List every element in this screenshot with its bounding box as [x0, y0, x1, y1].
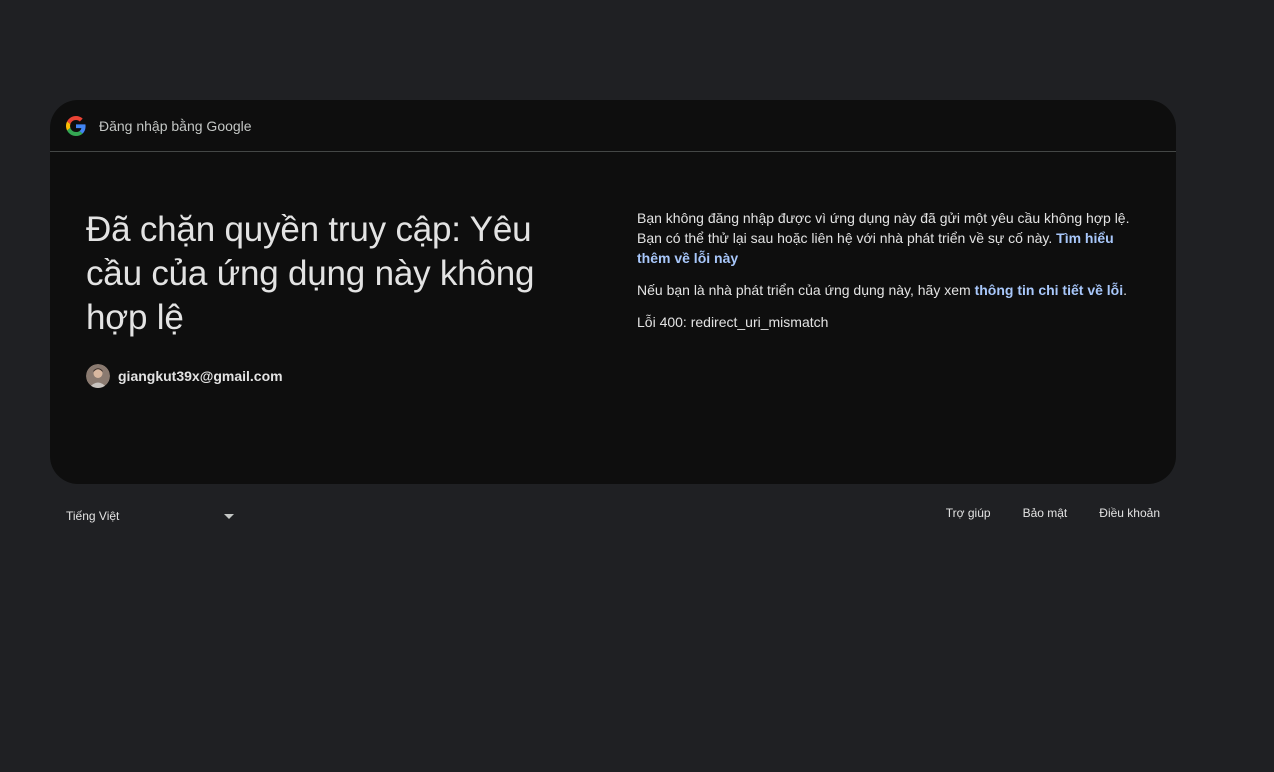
footer-links: Trợ giúp Bảo mật Điều khoản [946, 506, 1160, 520]
error-description: Bạn không đăng nhập được vì ứng dụng này… [637, 208, 1137, 344]
footer: Tiếng Việt Trợ giúp Bảo mật Điều khoản [50, 498, 1176, 534]
error-paragraph-2-text: Nếu bạn là nhà phát triển của ứng dụng n… [637, 282, 975, 298]
avatar [86, 364, 110, 388]
account-email: giangkut39x@gmail.com [118, 368, 283, 384]
sign-in-card: Đăng nhập bằng Google Đã chặn quyền truy… [50, 100, 1176, 484]
error-paragraph-1: Bạn không đăng nhập được vì ứng dụng này… [637, 208, 1137, 268]
error-paragraph-2: Nếu bạn là nhà phát triển của ứng dụng n… [637, 280, 1137, 300]
google-g-icon [66, 115, 86, 136]
account-chip[interactable]: giangkut39x@gmail.com [86, 364, 283, 388]
error-paragraph-2-end: . [1123, 282, 1128, 298]
help-link[interactable]: Trợ giúp [946, 506, 991, 520]
error-details-link[interactable]: thông tin chi tiết về lỗi [975, 282, 1124, 298]
error-code: Lỗi 400: redirect_uri_mismatch [637, 314, 829, 330]
language-label: Tiếng Việt [66, 509, 120, 523]
chevron-down-icon [224, 513, 234, 519]
card-header: Đăng nhập bằng Google [50, 100, 1176, 152]
page-title: Đã chặn quyền truy cập: Yêu cầu của ứng … [86, 210, 535, 337]
privacy-link[interactable]: Bảo mật [1023, 506, 1068, 520]
terms-link[interactable]: Điều khoản [1099, 506, 1160, 520]
header-title: Đăng nhập bằng Google [99, 117, 252, 134]
language-select[interactable]: Tiếng Việt [66, 506, 236, 526]
